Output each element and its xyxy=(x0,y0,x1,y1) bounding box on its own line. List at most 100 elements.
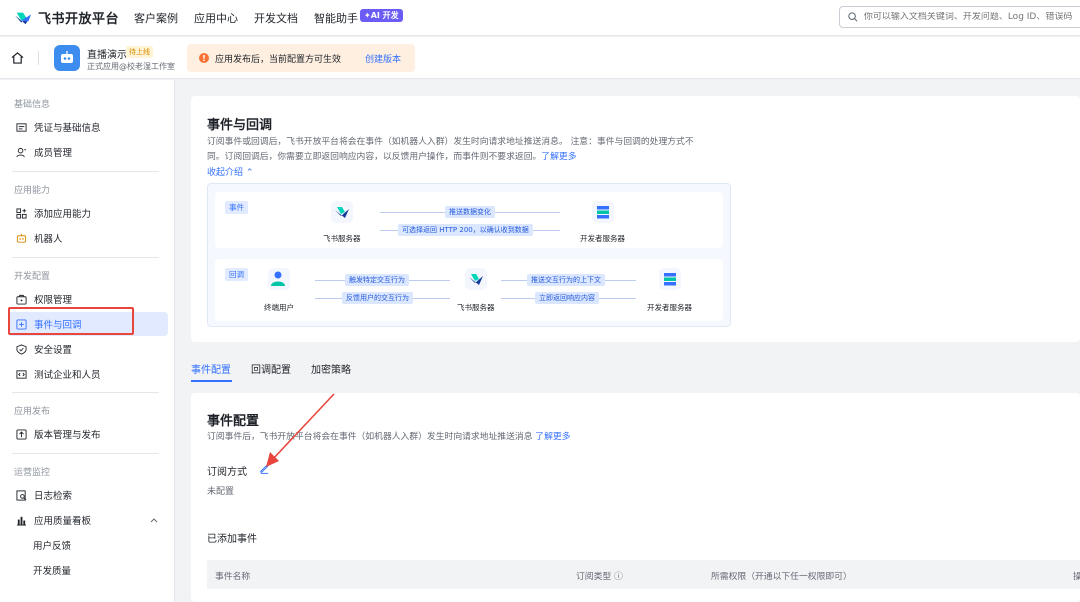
status-badge: 待上线 xyxy=(126,46,153,58)
home-icon[interactable] xyxy=(11,52,24,64)
tab-active-indicator xyxy=(191,380,232,382)
sidebar-item-label: 应用质量看板 xyxy=(34,516,92,527)
brand-logo[interactable]: 飞书开放平台 xyxy=(14,8,119,27)
tab-encryption[interactable]: 加密策略 xyxy=(311,361,351,376)
ai-dev-badge: ✦AI 开发 xyxy=(360,9,403,22)
event-return-label: 可选择返回 HTTP 200，以确认收到数据 xyxy=(398,224,533,236)
nav-customer-cases[interactable]: 客户案例 xyxy=(134,10,178,26)
intro-desc-line2: 同。订阅回调后，你需要立即返回响应内容，以反馈用户操作，而事件则不要求返回。 xyxy=(207,152,542,162)
sidebar-item-members[interactable]: 成员管理 xyxy=(8,140,168,164)
event-push-label: 推送数据变化 xyxy=(445,206,495,218)
sidebar-item-security[interactable]: 安全设置 xyxy=(8,337,168,361)
sidebar-item-label: 安全设置 xyxy=(34,345,73,356)
feishu-server-label: 飞书服务器 xyxy=(457,303,495,312)
nav-dev-docs[interactable]: 开发文档 xyxy=(254,10,298,26)
divider xyxy=(38,51,39,65)
feishu-server-icon xyxy=(331,201,353,223)
learn-more-link[interactable]: 了解更多 xyxy=(535,432,570,442)
end-user-label: 终端用户 xyxy=(264,303,294,312)
tab-event-config[interactable]: 事件配置 xyxy=(191,361,231,376)
divider xyxy=(12,257,159,258)
sidebar-item-test-tenants[interactable]: 测试企业和人员 xyxy=(8,362,168,386)
user-icon xyxy=(16,147,27,157)
sidebar-item-label: 成员管理 xyxy=(34,148,73,159)
highlight-box xyxy=(8,307,134,335)
divider xyxy=(12,171,159,172)
sidebar-item-label: 开发质量 xyxy=(33,566,72,577)
server-icon xyxy=(659,268,681,290)
end-user-icon xyxy=(268,268,290,290)
robot-icon xyxy=(61,51,73,63)
brand-name: 飞书开放平台 xyxy=(38,12,120,27)
feedback-label: 反馈用户的交互行为 xyxy=(342,292,413,304)
robot-icon xyxy=(16,233,27,243)
callback-tag: 回调 xyxy=(225,268,248,281)
feishu-server-icon xyxy=(465,268,487,290)
sidebar-item-credentials[interactable]: 凭证与基础信息 xyxy=(8,115,168,139)
sidebar-item-label: 版本管理与发布 xyxy=(34,430,101,441)
server-icon xyxy=(592,201,614,223)
flow-diagram: 事件 飞书服务器 推送数据变化 可选择返回 HTTP 200，以确认收到数据 开… xyxy=(207,183,731,327)
subscription-method-label: 订阅方式 xyxy=(207,467,247,478)
chevron-up-icon[interactable] xyxy=(150,517,158,523)
feishu-server-label: 飞书服务器 xyxy=(323,234,361,243)
intro-desc-line1: 订阅事件或回调后，飞书开放平台将会在事件（如机器人入群）发生时向请求地址推送消息… xyxy=(207,137,694,147)
sidebar-item-label: 日志检索 xyxy=(34,491,73,502)
collapse-intro-link[interactable]: 收起介绍 ⌃ xyxy=(207,165,253,178)
search-box[interactable] xyxy=(839,6,1080,28)
events-table-header: 事件名称 订阅类型 ⓘ 所需权限（开通以下任一权限即可） 操 xyxy=(207,560,1080,589)
push-context-label: 推送交互行为的上下文 xyxy=(527,274,605,286)
tab-callback-config[interactable]: 回调配置 xyxy=(251,361,291,376)
column-required-permissions: 所需权限（开通以下任一权限即可） xyxy=(711,572,852,582)
column-event-name: 事件名称 xyxy=(215,572,251,582)
sidebar-item-versions[interactable]: 版本管理与发布 xyxy=(8,422,168,446)
sidebar-item-quality-board[interactable]: 应用质量看板 xyxy=(8,508,168,532)
sidebar-item-label: 测试企业和人员 xyxy=(34,370,101,381)
sidebar-item-user-feedback[interactable]: 用户反馈 xyxy=(8,533,168,557)
sidebar-item-label: 用户反馈 xyxy=(33,541,72,552)
code-icon xyxy=(16,369,27,379)
divider xyxy=(12,453,159,454)
search-input[interactable] xyxy=(863,12,1080,22)
intro-description: 订阅事件或回调后，飞书开放平台将会在事件（如机器人入群）发生时向请求地址推送消息… xyxy=(207,135,727,165)
sidebar-group-monitoring: 运营监控 xyxy=(14,468,51,478)
learn-more-link[interactable]: 了解更多 xyxy=(541,152,576,162)
sidebar-item-bot[interactable]: 机器人 xyxy=(8,226,168,250)
app-subtitle: 正式应用@校老湿工作室 xyxy=(87,62,175,71)
sidebar-item-add-capability[interactable]: 添加应用能力 xyxy=(8,201,168,225)
callback-flow-row: 回调 终端用户 触发特定交互行为 反馈用户的交互行为 飞书服务器 推送交互行为的… xyxy=(215,259,723,321)
return-now-label: 立即返回响应内容 xyxy=(535,292,599,304)
sidebar-item-label: 权限管理 xyxy=(34,295,73,306)
dev-server-label: 开发者服务器 xyxy=(647,303,692,312)
sidebar-item-log-search[interactable]: 日志检索 xyxy=(8,483,168,507)
app-header: 直播演示 待上线 正式应用@校老湿工作室 ! 应用发布后，当前配置方可生效 创建… xyxy=(0,37,1080,79)
nav-smart-assistant[interactable]: 智能助手 xyxy=(314,10,358,26)
bar-chart-icon xyxy=(16,516,27,526)
log-search-icon xyxy=(16,489,27,501)
sidebar-group-dev-config: 开发配置 xyxy=(14,272,51,282)
create-version-link[interactable]: 创建版本 xyxy=(365,52,401,65)
shield-icon xyxy=(16,343,27,355)
warning-icon: ! xyxy=(199,53,209,63)
search-icon xyxy=(848,12,858,22)
notice-text: 应用发布后，当前配置方可生效 xyxy=(215,54,342,65)
grid-add-icon xyxy=(16,207,27,219)
added-events-title: 已添加事件 xyxy=(207,534,257,545)
permission-icon xyxy=(16,294,27,305)
column-subscription-type: 订阅类型 ⓘ xyxy=(576,572,623,582)
sidebar-item-label: 机器人 xyxy=(34,234,63,245)
app-avatar[interactable] xyxy=(54,45,80,71)
annotation-arrow-icon xyxy=(266,393,335,467)
id-card-icon xyxy=(16,122,27,132)
dev-server-label: 开发者服务器 xyxy=(580,234,625,243)
sidebar-item-label: 凭证与基础信息 xyxy=(34,123,101,134)
event-flow-row: 事件 飞书服务器 推送数据变化 可选择返回 HTTP 200，以确认收到数据 开… xyxy=(215,192,723,248)
subscription-method-value: 未配置 xyxy=(207,487,235,497)
nav-app-center[interactable]: 应用中心 xyxy=(194,10,238,26)
app-name: 直播演示 xyxy=(87,50,127,61)
column-actions: 操 xyxy=(1073,572,1080,582)
sidebar-group-capability: 应用能力 xyxy=(14,186,51,196)
sidebar-group-basic: 基础信息 xyxy=(14,100,51,110)
publish-notice: ! 应用发布后，当前配置方可生效 创建版本 xyxy=(187,44,415,72)
sidebar-item-dev-quality[interactable]: 开发质量 xyxy=(8,558,168,582)
